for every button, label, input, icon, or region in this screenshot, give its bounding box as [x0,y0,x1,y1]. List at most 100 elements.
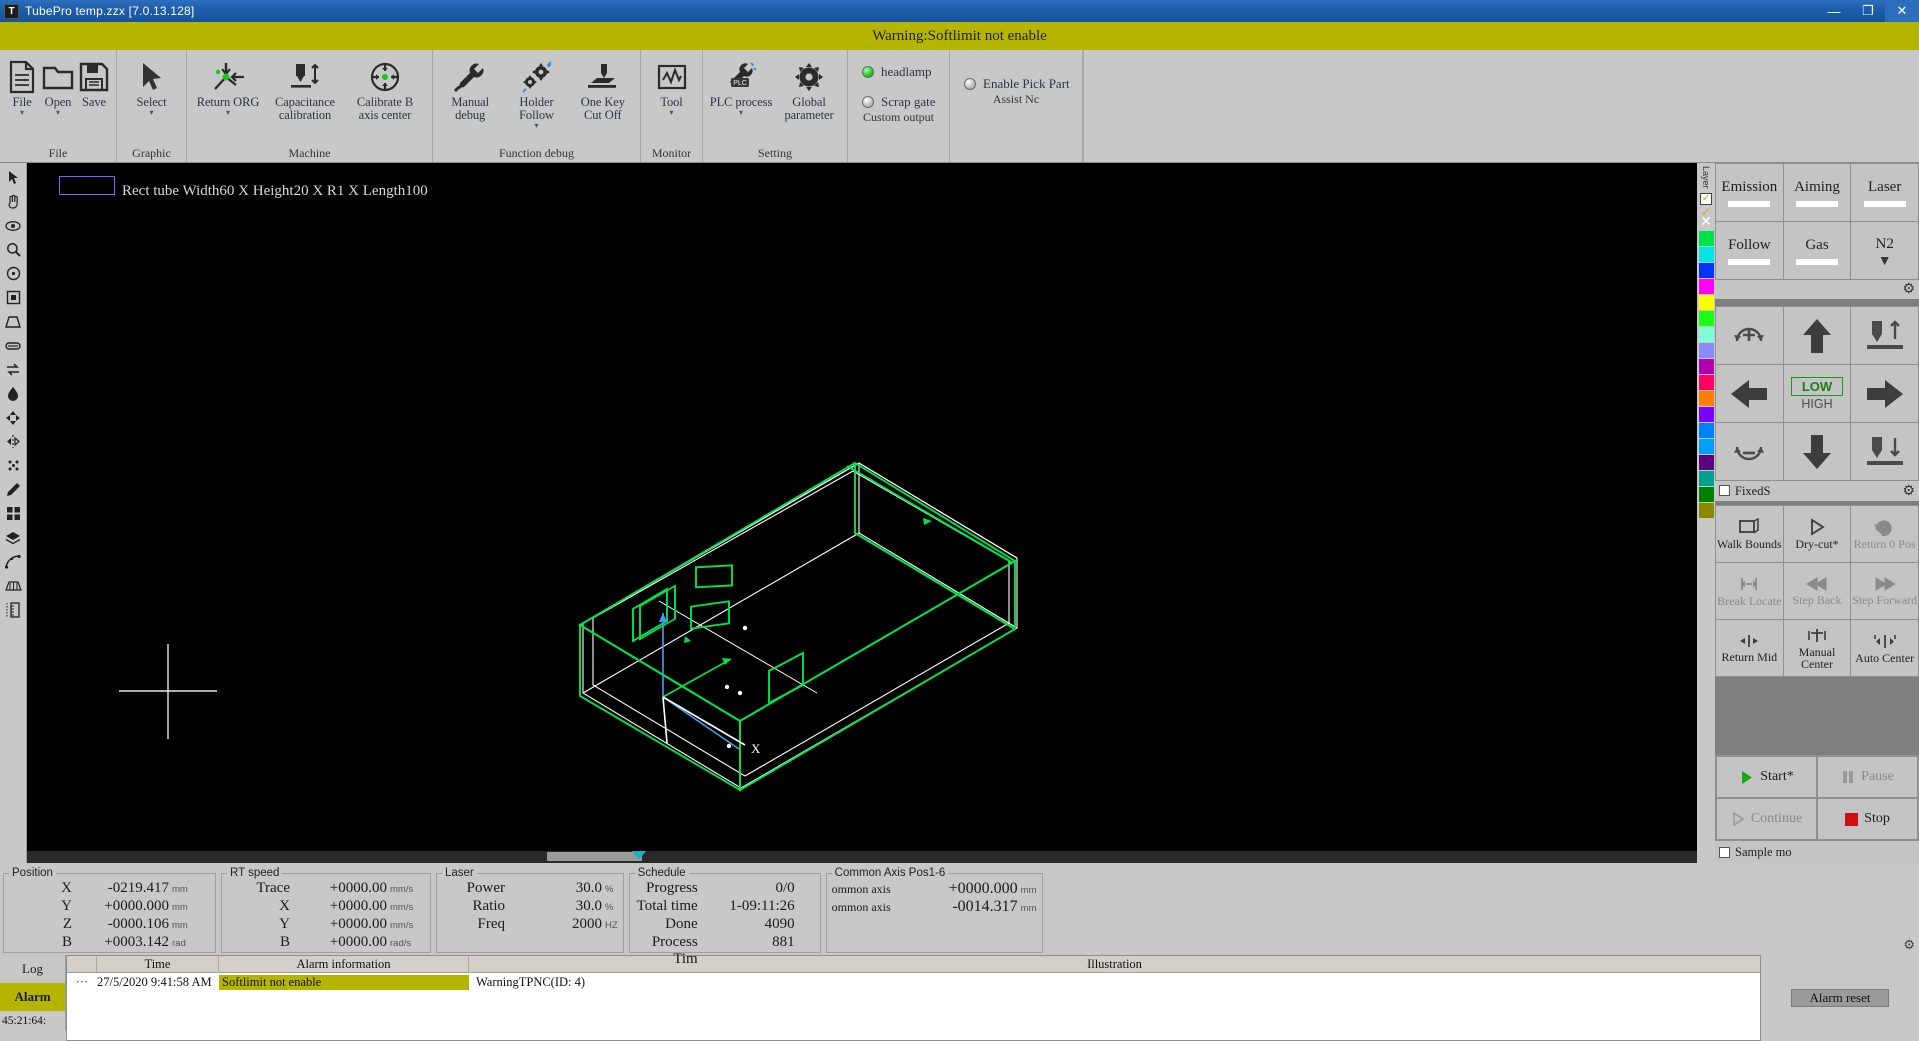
jog-left[interactable] [1716,365,1783,422]
fixed-s-row[interactable]: FixedS ⚙ [1715,481,1919,501]
ribbon-button-file[interactable]: File ▾ [4,56,40,118]
action-dry-cut[interactable]: Dry-cut* [1783,506,1851,562]
radio-headlamp[interactable]: headlamp [862,64,939,80]
gas-settings-row[interactable]: ⚙ [1715,280,1919,299]
jog-right[interactable] [1851,365,1918,422]
ribbon-button-calibrate-b-axis-center[interactable]: Calibrate B axis center [345,56,425,124]
speed-low-label[interactable]: LOW [1790,376,1844,396]
toggle-laser[interactable]: Laser [1851,164,1918,221]
ribbon-button-select[interactable]: Select ▾ [121,56,182,118]
ribbon-button-global-parameter[interactable]: Global parameter [775,56,843,124]
color-swatch[interactable] [1698,374,1714,390]
ribbon-button-plc-process[interactable]: PLC PLC process ▾ [707,56,775,118]
color-swatch[interactable] [1698,406,1714,422]
color-swatch[interactable] [1698,422,1714,438]
chevron-down-icon[interactable]: ▾ [739,109,743,117]
color-swatch[interactable] [1698,326,1714,342]
layer-visible-checkbox[interactable]: ✓ [1700,192,1712,205]
teardrop-icon[interactable] [2,382,25,405]
gear-icon[interactable]: ⚙ [1903,937,1915,953]
eye-icon[interactable] [2,214,25,237]
color-swatch[interactable] [1698,486,1714,502]
action-manual-center[interactable]: Manual Center [1783,620,1851,676]
circle-icon[interactable] [2,262,25,285]
color-swatch[interactable] [1698,342,1714,358]
color-swatch[interactable] [1698,246,1714,262]
diamond-arrows-icon[interactable] [2,406,25,429]
nozzle-up[interactable] [1851,307,1918,364]
stop-button[interactable]: Stop [1818,799,1917,839]
start-button[interactable]: Start* [1717,757,1816,797]
magnifier-icon[interactable] [2,238,25,261]
ruler-icon[interactable] [2,598,25,621]
speed-toggle[interactable]: LOW HIGH [1783,365,1851,422]
color-swatch[interactable] [1698,310,1714,326]
canvas-horizontal-scrollbar[interactable] [27,851,1697,863]
jog-rotate-ccw[interactable] [1716,423,1783,480]
trapezoid-icon[interactable] [2,310,25,333]
color-swatch[interactable] [1698,294,1714,310]
chevron-down-icon[interactable]: ▾ [149,109,153,117]
ribbon-button-open[interactable]: Open ▾ [40,56,76,118]
jog-up[interactable] [1783,307,1851,364]
ribbon-button-one-key-cut-off[interactable]: One Key Cut Off [570,56,636,124]
ribbon-button-capacitance-calibration[interactable]: Capacitance calibration [265,56,345,124]
toggle-gas[interactable]: Gas [1783,222,1851,279]
action-step-back[interactable]: Step Back [1783,563,1851,619]
chevron-down-icon[interactable]: ▼ [1878,254,1892,268]
continue-button[interactable]: Continue [1717,799,1816,839]
flip-arrows-icon[interactable] [2,358,25,381]
color-swatch[interactable] [1698,438,1714,454]
dots-icon[interactable] [2,454,25,477]
color-swatch[interactable] [1698,262,1714,278]
color-swatch[interactable] [1698,502,1714,518]
curve-icon[interactable] [2,550,25,573]
checkbox[interactable] [1719,484,1730,496]
bridge-icon[interactable] [2,574,25,597]
color-swatch[interactable] [1698,230,1714,246]
ribbon-button-holder-follow[interactable]: Holder Follow ▾ [503,56,569,131]
layer-none-icon[interactable]: ✕ [1700,215,1712,229]
pointer-tool[interactable] [2,166,25,189]
action-return-o-pos[interactable]: Return 0 Pos [1851,506,1918,562]
jog-down[interactable] [1783,423,1851,480]
chevron-down-icon[interactable]: ▾ [534,122,538,130]
close-button[interactable]: ✕ [1885,0,1919,22]
toggle-n2[interactable]: N2 ▼ [1851,222,1918,279]
mirror-icon[interactable] [2,430,25,453]
toggle-follow[interactable]: Follow [1716,222,1783,279]
color-swatch[interactable] [1698,470,1714,486]
grid-icon[interactable] [2,502,25,525]
pan-tool[interactable] [2,190,25,213]
ribbon-button-save[interactable]: Save [76,56,112,111]
gear-icon[interactable]: ⚙ [1902,281,1915,298]
sample-mode-row[interactable]: Sample mo [1715,841,1919,863]
toggle-emission[interactable]: Emission [1716,164,1783,221]
action-step-forward[interactable]: Step Forward [1851,563,1918,619]
table-row[interactable]: ··· 27/5/2020 9:41:58 AM Softlimit not ena… [67,973,1760,991]
gear-icon[interactable]: ⚙ [1902,483,1915,500]
chevron-down-icon[interactable]: ▾ [669,109,673,117]
action-walk-bounds[interactable]: Walk Bounds [1716,506,1783,562]
color-swatch-list[interactable] [1698,230,1714,519]
color-swatch[interactable] [1698,390,1714,406]
chevron-down-icon[interactable]: ▾ [56,109,60,117]
ribbon-button-return-org[interactable]: Return ORG ▾ [191,56,265,118]
fixed-s-checkbox-label[interactable]: FixedS [1719,484,1770,499]
checkbox[interactable] [1719,846,1730,858]
speed-high-label[interactable]: HIGH [1801,397,1832,411]
cad-canvas[interactable]: Rect tube Width60 X Height20 X R1 X Leng… [27,163,1697,863]
minimize-button[interactable]: — [1817,0,1851,22]
color-swatch[interactable] [1698,454,1714,470]
layers-icon[interactable] [2,526,25,549]
color-swatch[interactable] [1698,278,1714,294]
action-auto-center[interactable]: Auto Center [1851,620,1918,676]
alarm-reset-button[interactable]: Alarm reset [1791,989,1889,1007]
action-return-mid[interactable]: Return Mid [1716,620,1783,676]
nozzle-down[interactable] [1851,423,1918,480]
jog-rotate-cw[interactable] [1716,307,1783,364]
scrollbar-thumb[interactable] [547,852,642,861]
radio-enable-pick-part[interactable]: Enable Pick Part [964,76,1072,92]
ribbon-button-manual-debug[interactable]: Manual debug [437,56,503,124]
alarm-table[interactable]: Time Alarm information Illustration ··· 2… [66,955,1761,1041]
